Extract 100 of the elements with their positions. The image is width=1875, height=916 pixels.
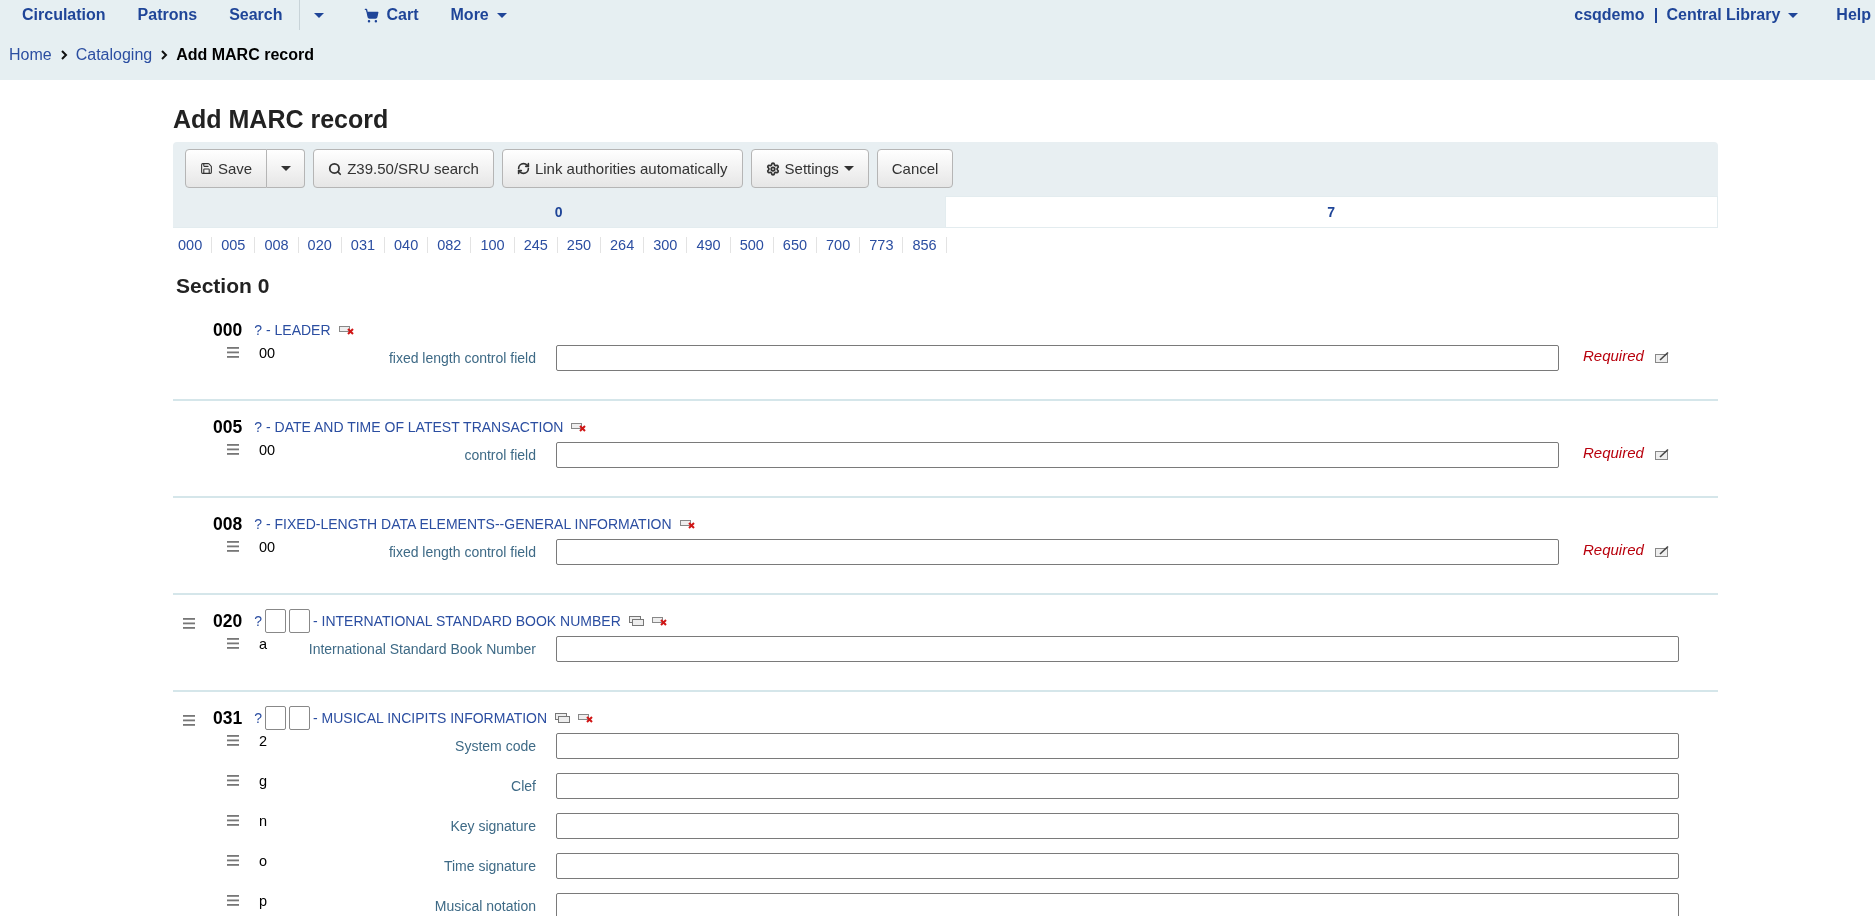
help-link[interactable]: ? bbox=[254, 516, 262, 532]
settings-button[interactable]: Settings bbox=[750, 149, 869, 188]
tag-link[interactable]: 856 bbox=[903, 237, 947, 253]
tag-link[interactable]: 040 bbox=[385, 237, 429, 253]
tag-link[interactable]: 500 bbox=[730, 237, 774, 253]
user-menu[interactable]: csqdemo bbox=[1558, 6, 1653, 24]
settings-icon bbox=[765, 161, 780, 176]
field-name-link[interactable]: - DATE AND TIME OF LATEST TRANSACTION bbox=[266, 419, 564, 435]
nav-link[interactable]: Search bbox=[213, 0, 299, 30]
cart-icon bbox=[363, 7, 379, 23]
subfield-input[interactable] bbox=[556, 773, 1679, 799]
delete-field-icon[interactable] bbox=[571, 422, 587, 432]
field-name-link[interactable]: - LEADER bbox=[266, 322, 331, 338]
tag-link[interactable]: 300 bbox=[644, 237, 688, 253]
subfield-input[interactable] bbox=[556, 539, 1559, 565]
tag-link[interactable]: 008 bbox=[255, 237, 299, 253]
tag-link[interactable]: 264 bbox=[601, 237, 645, 253]
indicator-field[interactable] bbox=[289, 609, 310, 633]
subfield-input[interactable] bbox=[556, 345, 1559, 371]
tag-link[interactable]: 005 bbox=[212, 237, 256, 253]
cart-link[interactable]: Cart bbox=[347, 0, 435, 30]
delete-field-icon[interactable] bbox=[578, 713, 594, 723]
drag-handle-icon[interactable] bbox=[227, 895, 239, 906]
cancel-button[interactable]: Cancel bbox=[876, 149, 954, 188]
help-link[interactable]: ? bbox=[254, 419, 262, 435]
tag-link[interactable]: 000 bbox=[173, 237, 213, 253]
nav-link[interactable]: Circulation bbox=[6, 0, 122, 30]
tag-link[interactable]: 490 bbox=[687, 237, 731, 253]
subfield-label: Time signature bbox=[442, 857, 536, 874]
drag-handle-icon[interactable] bbox=[227, 775, 239, 786]
subfield-label: fixed length control field bbox=[387, 543, 536, 560]
subfield-input[interactable] bbox=[556, 853, 1679, 879]
subfield-code: 00 bbox=[259, 344, 277, 361]
tag-link[interactable]: 020 bbox=[298, 237, 342, 253]
field-tag: 005 bbox=[213, 416, 243, 438]
drag-handle-icon[interactable] bbox=[227, 855, 239, 866]
help-link[interactable]: ? bbox=[254, 613, 262, 629]
help-link[interactable]: ? bbox=[254, 322, 262, 338]
nav-link[interactable]: Patrons bbox=[121, 0, 214, 30]
drag-handle-icon[interactable] bbox=[227, 444, 239, 455]
link-authorities-button[interactable]: Link authorities automatically bbox=[501, 149, 743, 188]
subfield-input[interactable] bbox=[556, 442, 1559, 468]
search-icon bbox=[328, 161, 343, 176]
drag-handle-icon[interactable] bbox=[183, 618, 195, 629]
tag-link[interactable]: 100 bbox=[471, 237, 515, 253]
subfield-code: o bbox=[259, 852, 269, 869]
help-link[interactable]: Help bbox=[1814, 6, 1875, 24]
subfield-input[interactable] bbox=[556, 893, 1679, 916]
more-menu[interactable]: More bbox=[434, 0, 523, 30]
save-button[interactable]: Save bbox=[185, 149, 268, 188]
drag-handle-icon[interactable] bbox=[227, 541, 239, 552]
field-name-link[interactable]: - FIXED-LENGTH DATA ELEMENTS--GENERAL INFORMATION bbox=[266, 516, 672, 532]
tag-link[interactable]: 650 bbox=[773, 237, 818, 253]
subfield-code: n bbox=[259, 812, 269, 829]
field-name-link[interactable]: - INTERNATIONAL STANDARD BOOK NUMBER bbox=[313, 613, 621, 629]
subfield-code: 2 bbox=[259, 732, 269, 749]
subfield-code: p bbox=[259, 892, 269, 909]
subfield-input[interactable] bbox=[556, 733, 1679, 759]
required-note: Required bbox=[1583, 347, 1645, 364]
required-note: Required bbox=[1583, 541, 1645, 558]
editor-icon[interactable] bbox=[1655, 351, 1670, 363]
help-link[interactable]: ? bbox=[254, 710, 262, 726]
drag-handle-icon[interactable] bbox=[183, 715, 195, 726]
field-tag: 000 bbox=[213, 319, 243, 341]
field-tag: 031 bbox=[213, 707, 243, 729]
subfield-label: Clef bbox=[510, 777, 536, 794]
drag-handle-icon[interactable] bbox=[227, 815, 239, 826]
field-name-link[interactable]: - MUSICAL INCIPITS INFORMATION bbox=[313, 710, 548, 726]
delete-field-icon[interactable] bbox=[338, 325, 354, 335]
subfield-label: International Standard Book Number bbox=[307, 640, 536, 657]
tag-link[interactable]: 245 bbox=[514, 237, 558, 253]
subfield-label: control field bbox=[463, 446, 536, 463]
delete-field-icon[interactable] bbox=[679, 519, 695, 529]
subfield-input[interactable] bbox=[556, 813, 1679, 839]
tag-link[interactable]: 082 bbox=[428, 237, 472, 253]
breadcrumb-current[interactable]: Add MARC record bbox=[176, 46, 314, 64]
indicator-field[interactable] bbox=[289, 706, 310, 730]
tag-link[interactable]: 250 bbox=[557, 237, 602, 253]
delete-field-icon[interactable] bbox=[651, 616, 667, 626]
tag-link[interactable]: 031 bbox=[341, 237, 385, 253]
indicator-field[interactable] bbox=[265, 706, 286, 730]
editor-icon[interactable] bbox=[1655, 545, 1670, 557]
subfield-input[interactable] bbox=[556, 636, 1679, 662]
subfield-code: 00 bbox=[259, 538, 277, 555]
clone-field-icon[interactable] bbox=[555, 713, 571, 723]
drag-handle-icon[interactable] bbox=[227, 638, 239, 649]
breadcrumb-link[interactable]: Home bbox=[9, 46, 52, 64]
search-button[interactable]: Z39.50/SRU search bbox=[313, 149, 494, 188]
subfield-code: 00 bbox=[259, 441, 277, 458]
drag-handle-icon[interactable] bbox=[227, 735, 239, 746]
library-menu[interactable]: Central Library bbox=[1658, 6, 1815, 24]
clone-field-icon[interactable] bbox=[628, 616, 644, 626]
breadcrumb-link[interactable]: Cataloging bbox=[75, 46, 153, 64]
chevron-icon bbox=[59, 50, 68, 60]
tag-link[interactable]: 773 bbox=[860, 237, 904, 253]
editor-icon[interactable] bbox=[1655, 448, 1670, 460]
drag-handle-icon[interactable] bbox=[227, 347, 239, 358]
section-tab[interactable]: 7 bbox=[944, 196, 1718, 228]
indicator-field[interactable] bbox=[265, 609, 286, 633]
tag-link[interactable]: 700 bbox=[817, 237, 861, 253]
